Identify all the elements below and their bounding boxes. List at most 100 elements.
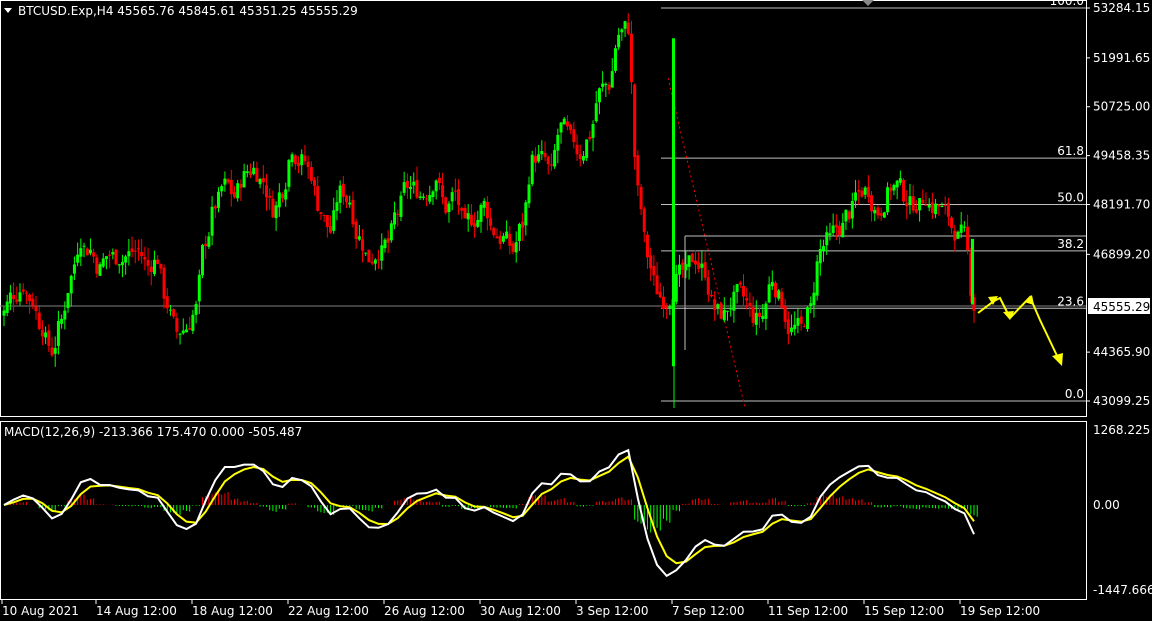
trading-chart[interactable]: 100.061.850.038.223.60.0 BTCUSD.Exp,H4 4… [0, 0, 1152, 621]
time-tick-label: 18 Aug 12:00 [192, 604, 273, 618]
candle-body [44, 332, 48, 338]
candle-body [661, 296, 665, 310]
price-tick-label: 44365.90 [1093, 345, 1150, 359]
fib-level-label: 0.0 [1065, 387, 1084, 401]
candle-body [325, 215, 329, 227]
candle-body [847, 211, 851, 220]
candle-body [668, 306, 672, 309]
candle-body [268, 195, 272, 198]
candle-body [639, 186, 643, 210]
candle-body [966, 226, 970, 251]
candle-body [76, 254, 80, 263]
candle-body [15, 299, 19, 302]
candle-body [175, 318, 179, 332]
candle-body [431, 191, 435, 198]
candle-body [927, 204, 931, 208]
candle-body [345, 196, 349, 203]
candle-body [428, 195, 432, 202]
candle-body [870, 195, 874, 212]
candle-body [879, 213, 883, 216]
candle-body [28, 294, 32, 302]
candle-body [322, 214, 326, 216]
candle-body [159, 263, 163, 269]
candle-body [197, 274, 201, 302]
candle-body [767, 284, 771, 303]
candle-body [274, 205, 278, 219]
candle-body [709, 294, 713, 297]
candle-body [463, 207, 467, 219]
candle-body [242, 171, 246, 188]
candle-body [524, 202, 528, 226]
candle-body [457, 188, 461, 206]
candle-body [319, 212, 323, 214]
candle-body [857, 189, 861, 192]
time-tick-label: 3 Sep 12:00 [576, 604, 648, 618]
candle-body [367, 249, 371, 263]
candle-body [332, 210, 336, 231]
candle-body [626, 22, 630, 34]
candle-body [610, 71, 614, 88]
candle-body [140, 252, 144, 257]
candle-body [287, 160, 291, 187]
candle-body [815, 261, 819, 296]
candle-body [412, 181, 416, 186]
candle-body [172, 309, 176, 317]
candle-body [774, 282, 778, 298]
candle-body [441, 185, 445, 198]
candle-body [24, 292, 28, 294]
candle-body [501, 235, 505, 242]
candle-body [793, 324, 797, 330]
candle-body [316, 186, 320, 211]
candle-body [255, 167, 259, 182]
candle-body [207, 236, 211, 247]
time-tick-label: 19 Sep 12:00 [960, 604, 1040, 618]
candle-body [780, 292, 784, 309]
candle-body [908, 196, 912, 205]
candle-body [495, 236, 499, 239]
current-price-label: 45555.29 [1093, 300, 1150, 314]
candle-body [437, 177, 441, 184]
candle-body [447, 203, 451, 213]
candle-body [553, 150, 557, 167]
candle-body [585, 139, 589, 159]
candle-body [703, 262, 707, 278]
candle-body [672, 38, 675, 367]
candle-body [652, 266, 656, 276]
candle-body [665, 306, 669, 308]
candle-body [937, 204, 941, 207]
candle-body [745, 298, 749, 301]
candle-body [649, 255, 653, 269]
candle-body [905, 202, 909, 207]
candle-body [738, 282, 742, 285]
candle-body [396, 213, 400, 215]
candle-body [393, 212, 397, 225]
candle-body [373, 259, 377, 264]
candle-body [732, 291, 736, 311]
candle-body [706, 277, 710, 295]
candle-body [658, 291, 662, 298]
price-tick-label: 51991.65 [1093, 51, 1150, 65]
candle-body [924, 204, 928, 206]
symbol-header: BTCUSD.Exp,H4 45565.76 45845.61 45351.25… [18, 4, 358, 18]
candle-body [623, 21, 627, 29]
candle-body [21, 289, 25, 292]
candle-body [162, 267, 166, 299]
candle-body [601, 83, 605, 87]
fib-level-label: 50.0 [1057, 191, 1084, 205]
candle-body [300, 154, 304, 166]
candle-body [194, 303, 198, 315]
candle-body [88, 249, 92, 254]
candle-body [873, 209, 877, 214]
macd-axis: 1268.225 0.00 -1447.666 [1093, 423, 1152, 597]
candle-body [120, 262, 124, 265]
candle-body [825, 232, 829, 246]
candle-body [799, 316, 803, 324]
candle-body [485, 202, 489, 219]
candle-body [613, 48, 617, 71]
candle-body [191, 314, 195, 331]
candle-body [748, 302, 752, 307]
candle-body [562, 118, 566, 125]
candle-body [252, 167, 256, 175]
candle-body [104, 256, 108, 259]
macd-label: MACD(12,26,9) -213.366 175.470 0.000 -50… [4, 425, 302, 439]
